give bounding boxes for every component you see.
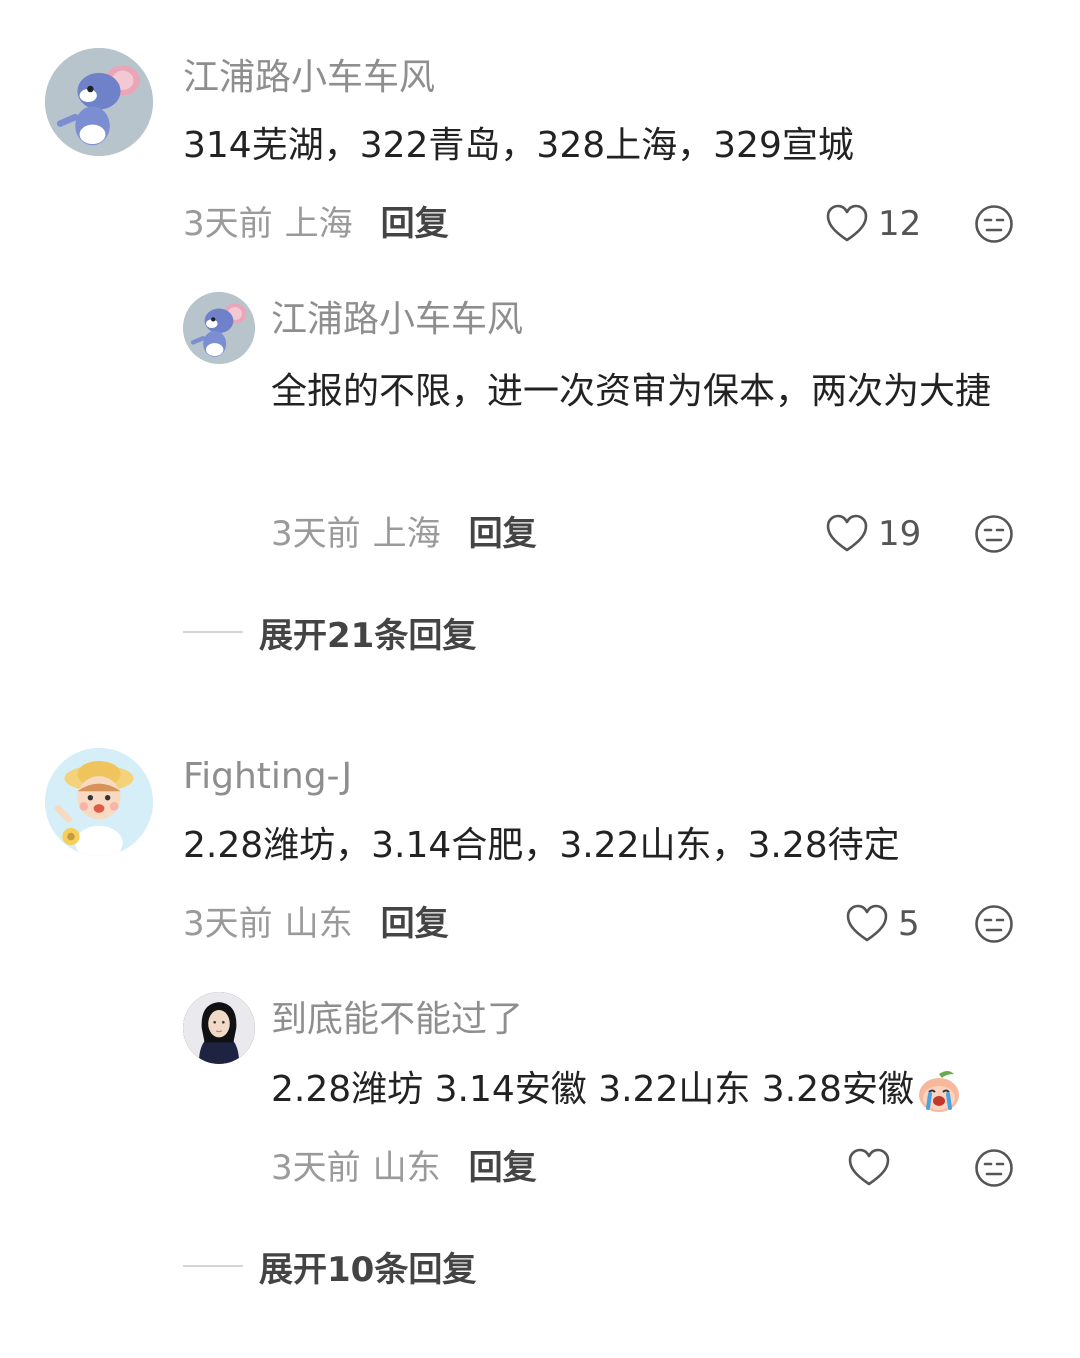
comment-time: 3天前 (183, 904, 273, 944)
divider-line (183, 631, 243, 633)
reply-username[interactable]: 江浦路小车车风 (271, 298, 523, 342)
reply-meta: 3天前 山东 回复 (271, 1146, 537, 1190)
comment-text: 2.28潍坊，3.14合肥，3.22山东，3.28待定 (183, 825, 900, 866)
reply-button[interactable]: 回复 (469, 514, 537, 554)
crying-peach-emoji-icon (918, 1071, 959, 1112)
comment-meta: 3天前 山东 回复 (183, 902, 449, 946)
expand-replies-button[interactable]: 展开21条回复 (183, 610, 477, 656)
comment-location: 上海 (284, 204, 353, 244)
avatar[interactable] (45, 48, 153, 156)
cartoon-mouse-icon (45, 48, 153, 156)
comment-text: 314芜湖，322青岛，328上海，329宣城 (183, 125, 854, 166)
reply-time: 3天前 (271, 1148, 361, 1188)
neutral-face-icon (975, 905, 1013, 943)
avatar[interactable] (45, 748, 153, 856)
reply-text: 2.28潍坊 3.14安徽 3.22山东 3.28安徽 (271, 1069, 914, 1110)
like-button[interactable] (848, 1146, 900, 1190)
like-button[interactable]: 5 (846, 902, 920, 946)
like-count: 12 (878, 204, 922, 244)
cartoon-girl-icon (45, 748, 153, 856)
heart-icon (846, 904, 888, 942)
neutral-face-icon (975, 205, 1013, 243)
emoji-reaction-button[interactable] (974, 514, 1014, 554)
like-button[interactable]: 19 (826, 512, 921, 556)
comment-location: 山东 (284, 904, 353, 944)
like-count: 19 (878, 514, 922, 554)
comment-time: 3天前 (183, 204, 273, 244)
expand-replies-label: 展开21条回复 (259, 615, 477, 656)
reply-location: 山东 (372, 1148, 441, 1188)
comment-username[interactable]: Fighting-J (183, 755, 352, 799)
neutral-face-icon (975, 515, 1013, 553)
reply-button[interactable]: 回复 (469, 1148, 537, 1188)
reply-location: 上海 (372, 514, 441, 554)
reply-username[interactable]: 到底能不能过了 (271, 998, 523, 1042)
expand-replies-button[interactable]: 展开10条回复 (183, 1244, 477, 1290)
reply-time: 3天前 (271, 514, 361, 554)
reply-button[interactable]: 回复 (381, 204, 449, 244)
expand-replies-label: 展开10条回复 (259, 1249, 477, 1290)
heart-icon (826, 514, 868, 552)
cartoon-mouse-icon (183, 292, 255, 364)
comment-username[interactable]: 江浦路小车车风 (183, 56, 435, 100)
reply-text: 全报的不限，进一次资审为保本，两次为大捷 (271, 371, 992, 412)
like-count: 5 (898, 904, 920, 944)
heart-icon (848, 1148, 890, 1186)
reply-text-row: 2.28潍坊 3.14安徽 3.22山东 3.28安徽 (271, 1058, 1041, 1122)
reply-meta: 3天前 上海 回复 (271, 512, 537, 556)
avatar[interactable] (183, 992, 255, 1064)
emoji-reaction-button[interactable] (974, 1148, 1014, 1188)
neutral-face-icon (975, 1149, 1013, 1187)
emoji-reaction-button[interactable] (974, 204, 1014, 244)
emoji-reaction-button[interactable] (974, 904, 1014, 944)
avatar[interactable] (183, 292, 255, 364)
like-button[interactable]: 12 (826, 202, 921, 246)
heart-icon (826, 204, 868, 242)
person-photo-icon (183, 992, 255, 1064)
reply-button[interactable]: 回复 (381, 904, 449, 944)
comment-meta: 3天前 上海 回复 (183, 202, 449, 246)
divider-line (183, 1265, 243, 1267)
